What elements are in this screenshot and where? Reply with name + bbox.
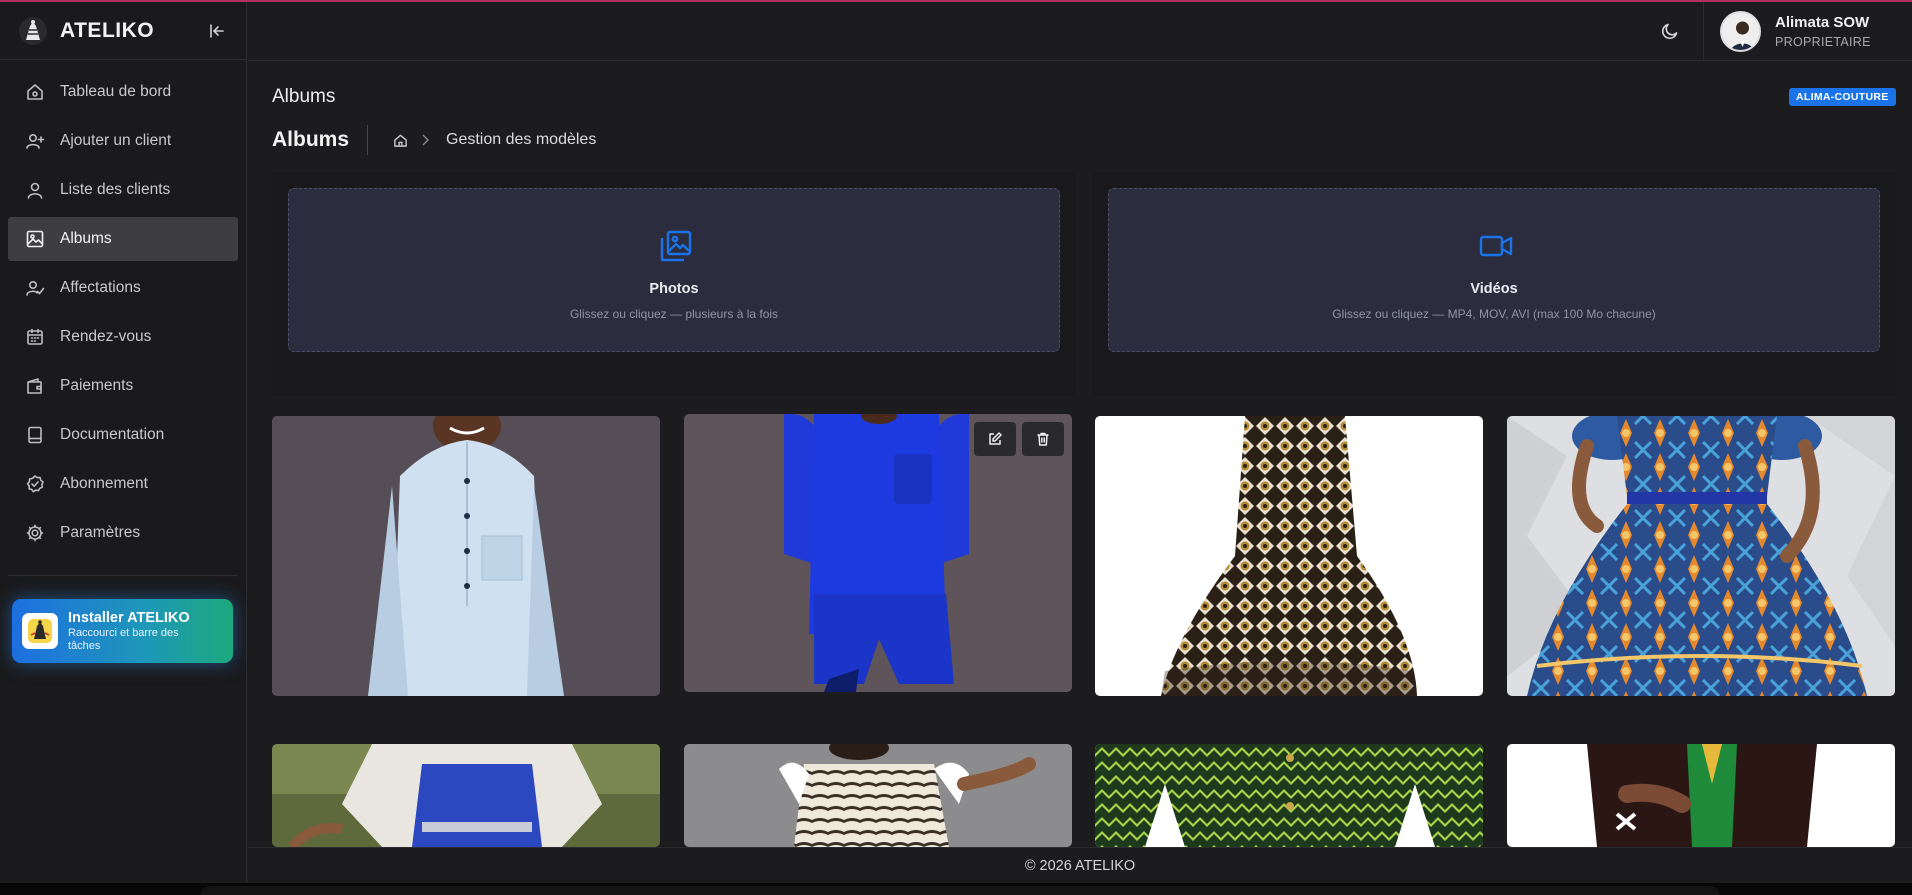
photos-dropzone-hint: Glissez ou cliquez — plusieurs à la fois	[569, 307, 779, 321]
sidebar-item-tableau-de-bord[interactable]: Tableau de bord	[8, 70, 238, 114]
install-title: Installer ATELIKO	[68, 609, 190, 626]
sidebar-item-label: Rendez-vous	[60, 328, 152, 345]
album-photo	[1095, 744, 1483, 847]
sidebar: ATELIKO Tableau de bord Ajouter un clien…	[0, 2, 247, 882]
edit-icon	[989, 432, 1002, 445]
video-camera-icon	[1477, 227, 1515, 265]
collapse-sidebar-button[interactable]	[206, 20, 228, 42]
install-subtitle: Raccourci et barre des tâches	[68, 626, 179, 652]
user-plus-icon	[24, 130, 46, 152]
videos-upload-panel: Vidéos Glissez ou cliquez — MP4, MOV, AV…	[1092, 172, 1896, 396]
sidebar-item-documentation[interactable]: Documentation	[8, 413, 238, 457]
ateliko-logo-icon	[19, 16, 47, 45]
tenant-badge: ALIMA-COUTURE	[1789, 88, 1896, 106]
videos-dropzone-title: Vidéos	[1470, 281, 1518, 297]
footer-copyright: © 2026 ATELIKO	[1024, 857, 1136, 874]
user-check-icon	[24, 277, 46, 299]
os-taskbar-surface	[200, 886, 1720, 895]
page-title: Albums	[272, 86, 336, 107]
album-photo-card[interactable]	[1507, 744, 1895, 847]
album-photo	[1507, 744, 1895, 847]
videos-dropzone[interactable]: Vidéos Glissez ou cliquez — MP4, MOV, AV…	[1108, 188, 1880, 352]
videos-dropzone-hint: Glissez ou cliquez — MP4, MOV, AVI (max …	[1332, 307, 1656, 321]
brand-header: ATELIKO	[0, 2, 246, 60]
sidebar-item-label: Ajouter un client	[60, 132, 172, 149]
photos-dropzone[interactable]: Photos Glissez ou cliquez — plusieurs à …	[288, 188, 1060, 352]
sidebar-item-rendez-vous[interactable]: Rendez-vous	[8, 315, 238, 359]
theme-toggle-button[interactable]	[1658, 19, 1682, 43]
album-photo-card[interactable]	[684, 744, 1072, 847]
wallet-icon	[24, 375, 46, 397]
home-icon	[393, 134, 407, 147]
collapse-left-icon	[210, 23, 224, 38]
album-photo	[684, 744, 1072, 847]
sidebar-nav: Tableau de bord Ajouter un client Liste …	[0, 60, 246, 598]
album-photo-card[interactable]	[272, 416, 660, 696]
badge-check-icon	[24, 473, 46, 495]
album-photo	[1507, 416, 1895, 696]
sidebar-divider	[8, 575, 238, 576]
chevron-right-icon	[420, 133, 432, 147]
os-taskbar	[0, 883, 1912, 895]
sidebar-item-ajouter-client[interactable]: Ajouter un client	[8, 119, 238, 163]
card-actions	[974, 422, 1064, 456]
album-photo-card[interactable]	[684, 414, 1072, 692]
sidebar-item-parametres[interactable]: Paramètres	[8, 511, 238, 555]
album-photo	[272, 744, 660, 847]
calendar-icon	[24, 326, 46, 348]
main-content: Albums ALIMA-COUTURE Albums Gestion des …	[248, 62, 1912, 847]
book-icon	[24, 424, 46, 446]
image-icon	[24, 228, 46, 250]
sidebar-item-label: Abonnement	[60, 475, 148, 492]
album-photo-card[interactable]	[272, 744, 660, 847]
sidebar-item-label: Tableau de bord	[60, 83, 172, 100]
sidebar-item-label: Liste des clients	[60, 181, 171, 198]
album-photo	[272, 416, 660, 696]
sidebar-item-label: Albums	[60, 230, 112, 247]
sidebar-item-affectations[interactable]: Affectations	[8, 266, 238, 310]
sidebar-item-label: Documentation	[60, 426, 165, 443]
user-icon	[24, 179, 46, 201]
top-bar: Alimata SOW PROPRIETAIRE	[248, 2, 1912, 61]
sidebar-item-abonnement[interactable]: Abonnement	[8, 462, 238, 506]
delete-photo-button[interactable]	[1022, 422, 1064, 456]
user-menu[interactable]: Alimata SOW PROPRIETAIRE	[1703, 2, 1912, 61]
sidebar-item-liste-clients[interactable]: Liste des clients	[8, 168, 238, 212]
breadcrumb: Albums Gestion des modèles	[272, 124, 596, 156]
photos-dropzone-title: Photos	[649, 281, 699, 297]
gear-icon	[24, 522, 46, 544]
edit-photo-button[interactable]	[974, 422, 1016, 456]
sidebar-item-label: Paiements	[60, 377, 134, 394]
home-icon	[24, 81, 46, 103]
trash-icon	[1037, 432, 1049, 446]
user-name: Alimata SOW	[1775, 14, 1870, 31]
album-photo-card[interactable]	[1507, 416, 1895, 696]
album-photo	[1095, 416, 1483, 696]
breadcrumb-current: Gestion des modèles	[446, 131, 597, 148]
breadcrumb-home-link[interactable]	[392, 132, 408, 148]
photos-upload-panel: Photos Glissez ou cliquez — plusieurs à …	[272, 172, 1076, 396]
brand-name: ATELIKO	[60, 18, 155, 42]
moon-icon	[1661, 23, 1678, 40]
footer: © 2026 ATELIKO	[248, 847, 1912, 883]
album-photo-card[interactable]	[1095, 744, 1483, 847]
install-app-button[interactable]: Installer ATELIKO Raccourci et barre des…	[12, 599, 233, 663]
sidebar-item-label: Affectations	[60, 279, 141, 296]
sidebar-item-label: Paramètres	[60, 524, 141, 541]
app-install-icon	[22, 613, 58, 649]
sidebar-item-paiements[interactable]: Paiements	[8, 364, 238, 408]
album-photo-card[interactable]	[1095, 416, 1483, 696]
photos-icon	[657, 227, 695, 265]
user-role: PROPRIETAIRE	[1775, 35, 1871, 49]
avatar	[1720, 11, 1761, 52]
sidebar-item-albums[interactable]: Albums	[8, 217, 238, 261]
section-title: Albums	[272, 125, 369, 155]
